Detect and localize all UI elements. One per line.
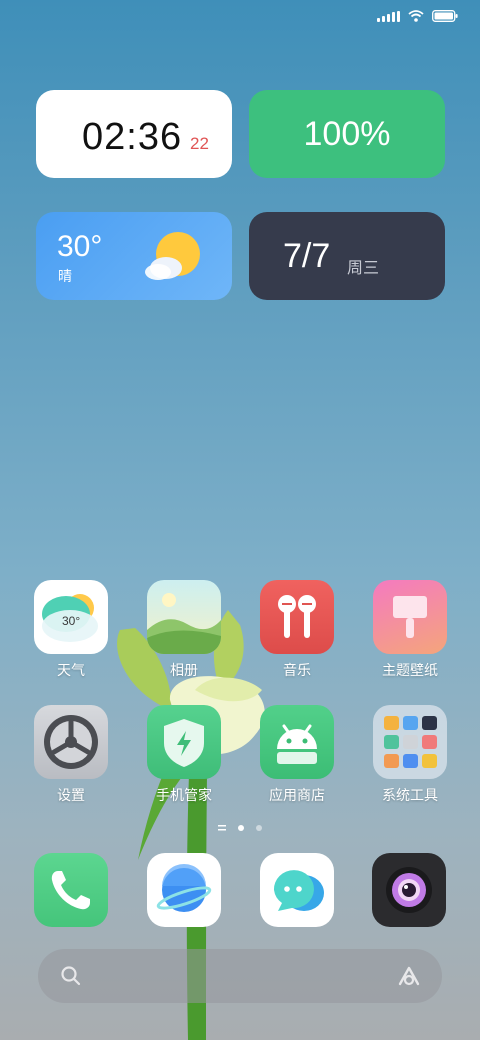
app-themes[interactable]: 主题壁纸 (360, 580, 460, 680)
app-label: 相册 (170, 662, 198, 678)
app-label: 主题壁纸 (382, 662, 438, 678)
clock-seconds: 22 (190, 134, 209, 153)
weather-condition: 晴 (58, 268, 72, 284)
dock-camera[interactable] (372, 853, 446, 927)
page-indicator[interactable] (0, 825, 480, 831)
date-value: 7/7 (283, 237, 331, 275)
messages-icon (273, 870, 324, 911)
app-label: 应用商店 (269, 787, 325, 803)
page-dot (256, 825, 262, 831)
weather-widget[interactable]: 30° 晴 (36, 212, 232, 300)
app-settings[interactable]: 设置 (21, 705, 121, 805)
system-tools-folder-icon (373, 705, 447, 779)
date-weekday: 周三 (347, 260, 380, 277)
battery-icon (432, 10, 458, 22)
battery-widget[interactable]: 100% (249, 90, 445, 178)
browser-planet-icon (156, 864, 212, 912)
app-gallery[interactable]: 相册 (134, 580, 234, 680)
app-store[interactable]: 应用商店 (247, 705, 347, 805)
dock-phone[interactable] (34, 853, 108, 927)
partly-sunny-icon (145, 232, 200, 280)
app-phone-manager[interactable]: 手机管家 (134, 705, 234, 805)
themes-app-icon (373, 580, 447, 654)
app-label: 音乐 (283, 662, 311, 678)
signal-icon (377, 10, 400, 22)
app-label: 天气 (57, 662, 85, 678)
app-system-tools[interactable]: 系统工具 (360, 705, 460, 805)
android-app-store-icon (260, 705, 334, 779)
weather-temperature: 30° (57, 230, 103, 263)
assistant-icon[interactable] (396, 964, 422, 988)
search-icon (61, 966, 81, 986)
dock-browser[interactable] (147, 853, 221, 927)
app-label: 系统工具 (382, 787, 438, 803)
camera-icon (386, 867, 432, 913)
app-music[interactable]: 音乐 (247, 580, 347, 680)
app-weather[interactable]: 30° 天气 (21, 580, 121, 680)
page-dot-active (238, 825, 244, 831)
date-widget[interactable]: 7/7 周三 (249, 212, 445, 300)
search-bar[interactable] (38, 949, 442, 1003)
gallery-app-icon (147, 580, 221, 654)
phone-icon (51, 871, 90, 910)
settings-gear-icon (34, 705, 108, 779)
clock-widget[interactable]: 02:36 22 (36, 90, 232, 178)
wifi-icon (408, 10, 424, 22)
music-app-icon (260, 580, 334, 654)
page-list-icon (218, 825, 226, 831)
app-label: 手机管家 (156, 787, 212, 803)
status-bar (377, 10, 458, 22)
weather-app-icon: 30° (34, 580, 108, 654)
weather-app-badge: 30° (62, 614, 81, 628)
app-label: 设置 (57, 787, 85, 803)
security-shield-icon (147, 705, 221, 779)
battery-level: 100% (303, 115, 391, 153)
clock-time: 02:36 (82, 116, 183, 158)
dock-messages[interactable] (260, 853, 334, 927)
